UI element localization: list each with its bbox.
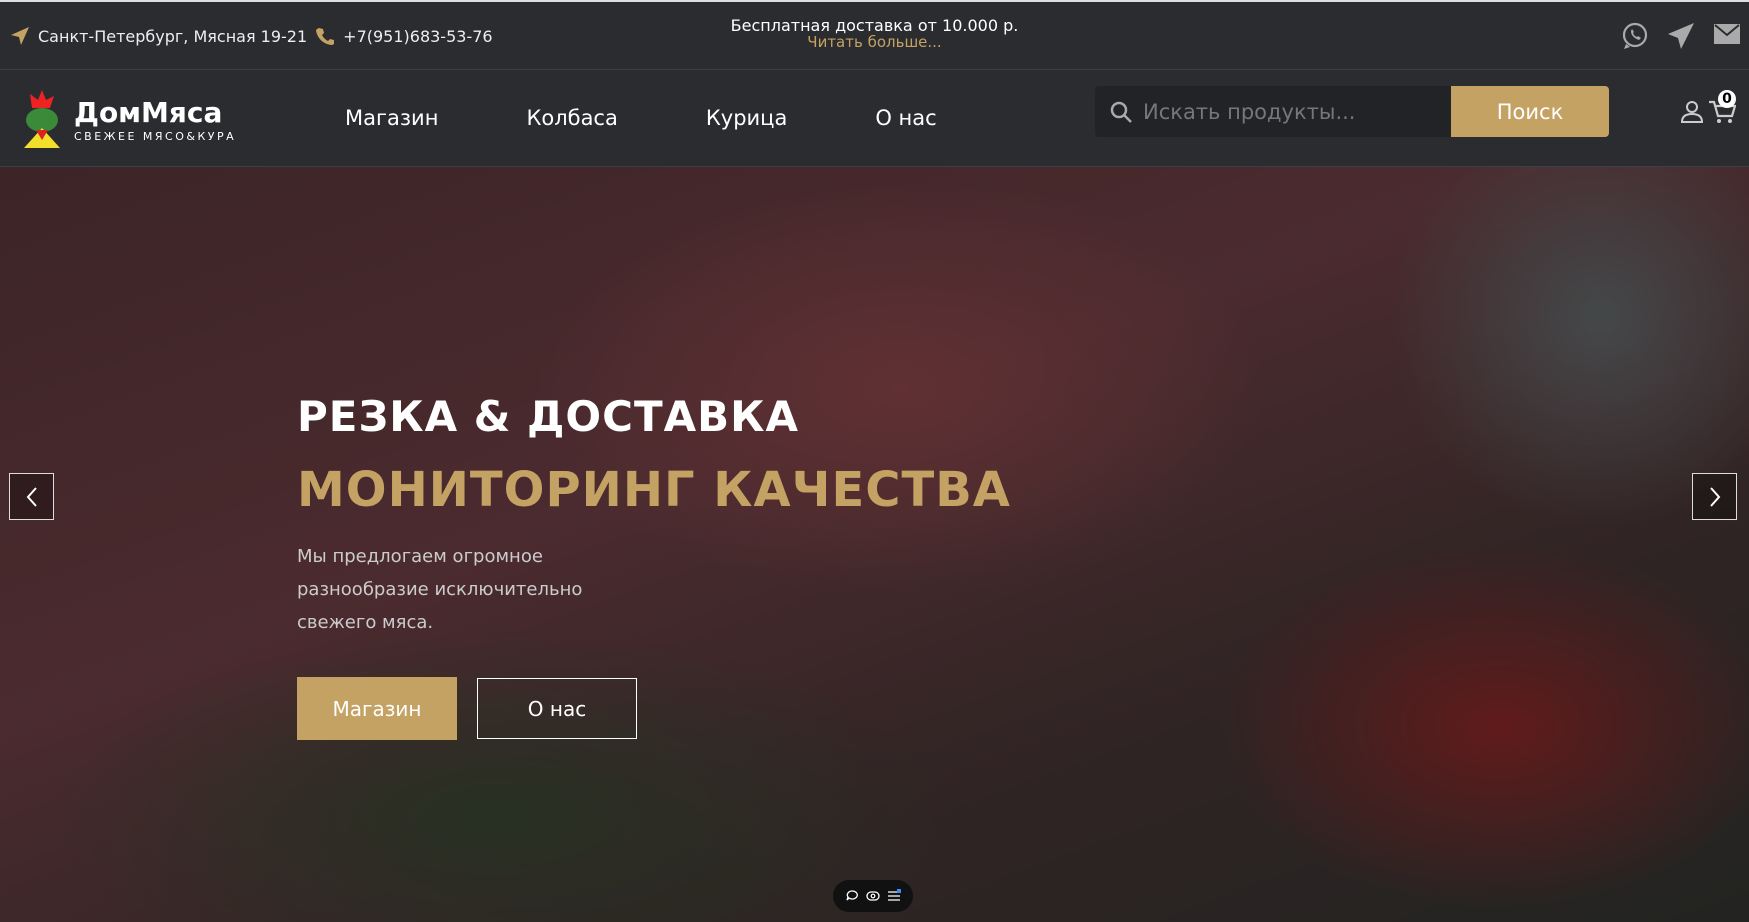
search-icon — [1110, 101, 1132, 123]
nav-about[interactable]: О нас — [875, 106, 936, 130]
read-more-link[interactable]: Читать больше... — [0, 34, 1749, 51]
user-actions: 0 — [1680, 90, 1736, 126]
search-input[interactable]: Искать продукты... — [1095, 86, 1451, 137]
shop-button[interactable]: Магазин — [297, 677, 457, 740]
rooster-logo-icon — [24, 90, 60, 148]
user-icon[interactable] — [1680, 96, 1704, 126]
nav-shop[interactable]: Магазин — [345, 106, 438, 130]
search-bar: Искать продукты... Поиск — [1095, 86, 1609, 137]
chevron-right-icon — [1709, 486, 1720, 507]
brand-name: ДомМяса — [74, 95, 223, 129]
email-icon[interactable] — [1713, 22, 1741, 46]
menu-icon[interactable] — [887, 889, 902, 903]
next-slide-button[interactable] — [1692, 473, 1737, 520]
whatsapp-icon[interactable] — [1621, 22, 1649, 50]
nav-chicken[interactable]: Курица — [706, 106, 787, 130]
search-placeholder: Искать продукты... — [1143, 99, 1356, 124]
main-navbar: ДомМяса СВЕЖЕЕ МЯСО&КУРА Магазин Колбаса… — [0, 70, 1749, 167]
hero-subtitle: МОНИТОРИНГ КАЧЕСТВА — [297, 462, 1011, 518]
search-button[interactable]: Поиск — [1451, 86, 1609, 137]
eye-icon[interactable] — [866, 889, 880, 903]
cart-count-badge: 0 — [1718, 90, 1736, 108]
chat-icon[interactable] — [845, 889, 859, 903]
floating-toolbar — [833, 880, 913, 912]
promo-banner: Бесплатная доставка от 10.000 р. Читать … — [0, 17, 1749, 51]
nav-sausage[interactable]: Колбаса — [526, 106, 617, 130]
top-bar: Санкт-Петербург, Мясная 19-21 +7(951)683… — [0, 0, 1749, 70]
logo[interactable]: ДомМяса СВЕЖЕЕ МЯСО&КУРА — [20, 90, 236, 150]
hero-title: РЕЗКА & ДОСТАВКА — [297, 392, 799, 441]
main-nav: Магазин Колбаса Курица О нас — [345, 106, 1025, 130]
hero-background-image — [0, 167, 1749, 922]
telegram-icon[interactable] — [1667, 22, 1695, 50]
prev-slide-button[interactable] — [9, 473, 54, 520]
hero-description: Мы предлогаем огромное разнообразие искл… — [297, 546, 583, 633]
hero-slider: РЕЗКА & ДОСТАВКА МОНИТОРИНГ КАЧЕСТВА Мы … — [0, 167, 1749, 922]
about-button[interactable]: О нас — [477, 678, 637, 739]
promo-text: Бесплатная доставка от 10.000 р. — [730, 16, 1019, 35]
chevron-left-icon — [26, 486, 37, 507]
brand-tagline: СВЕЖЕЕ МЯСО&КУРА — [74, 129, 237, 143]
social-links — [1621, 22, 1741, 50]
